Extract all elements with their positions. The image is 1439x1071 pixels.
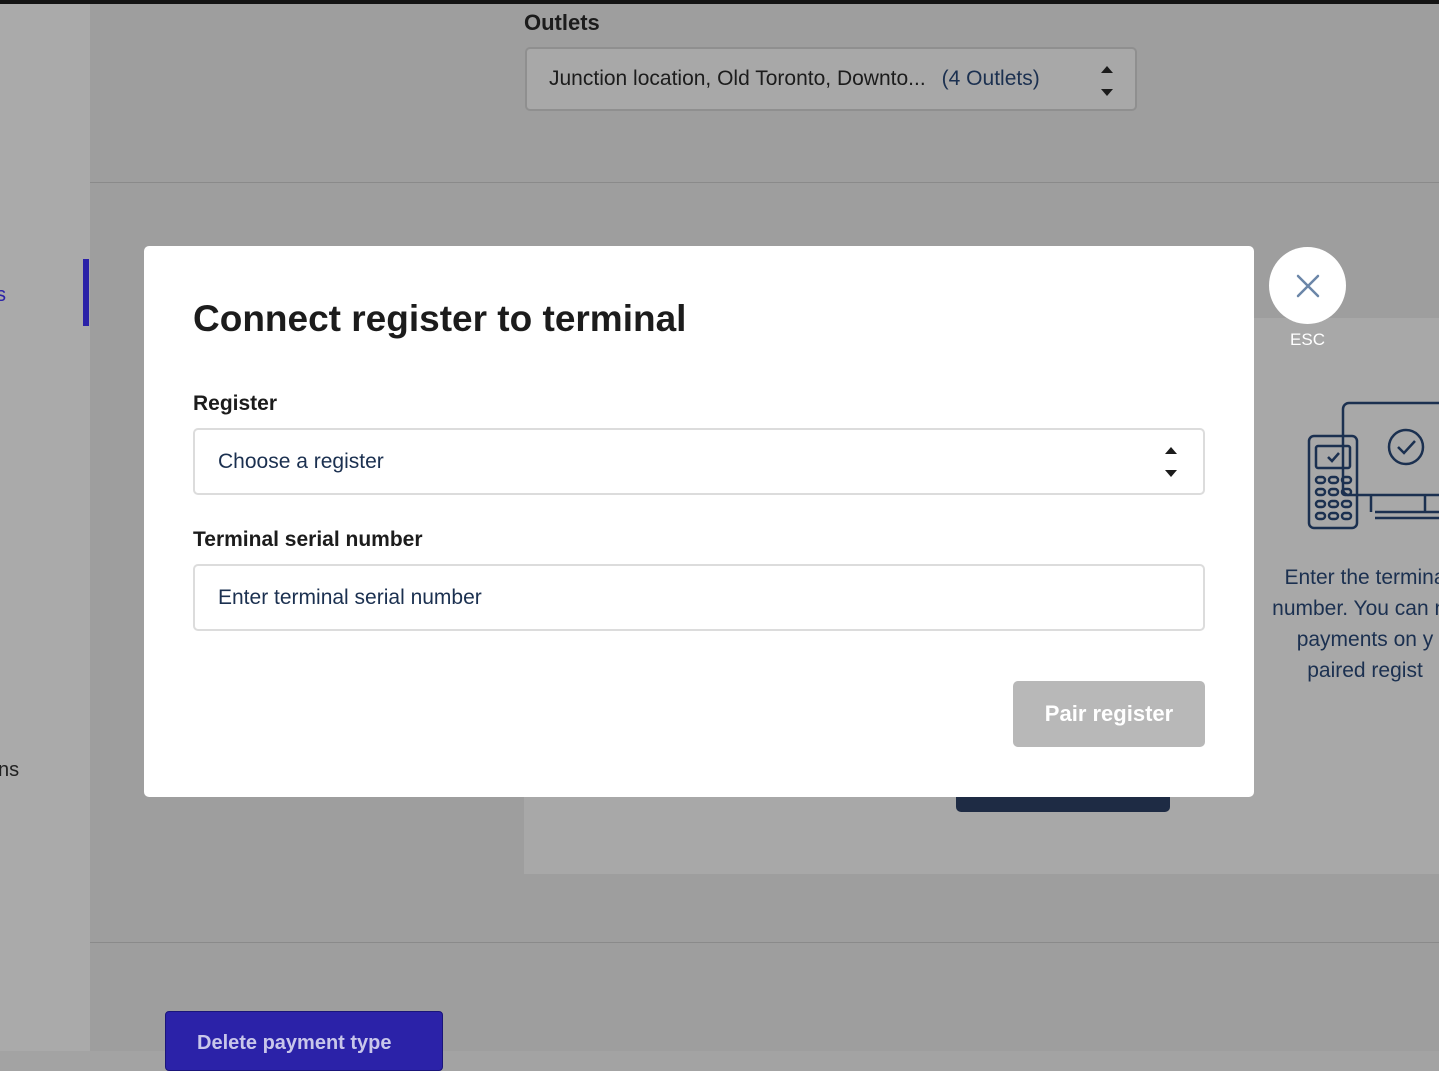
register-select[interactable]: Choose a register: [193, 428, 1205, 495]
delete-payment-type-button[interactable]: Delete payment type: [165, 1011, 443, 1071]
outlets-select[interactable]: Junction location, Old Toronto, Downto..…: [525, 47, 1137, 111]
esc-hint: ESC: [1290, 330, 1325, 349]
serial-number-input[interactable]: [218, 585, 1203, 610]
register-label: Register: [193, 392, 278, 415]
terminal-register-illustration-icon: [1307, 401, 1439, 530]
up-down-chevron-icon: [1101, 64, 1115, 98]
up-down-chevron-icon: [1165, 445, 1179, 479]
outlets-selected-value: Junction location, Old Toronto, Downto..…: [549, 67, 926, 90]
outlets-label: Outlets: [524, 10, 600, 35]
outlets-count: (4 Outlets): [941, 67, 1040, 90]
sidebar-active-indicator: [83, 259, 89, 326]
register-select-placeholder: Choose a register: [218, 449, 384, 473]
info-line: paired regist: [1307, 659, 1423, 682]
sidebar: s ns: [0, 4, 90, 1051]
modal-title: Connect register to terminal: [193, 298, 687, 339]
pair-register-button[interactable]: Pair register: [1013, 681, 1205, 747]
connect-register-modal: Connect register to terminal Register Ch…: [144, 246, 1254, 797]
close-button[interactable]: [1269, 247, 1346, 324]
terminal-info-text: Enter the termina number. You can no pay…: [1245, 562, 1439, 686]
close-icon: [1296, 274, 1319, 297]
serial-number-label: Terminal serial number: [193, 528, 423, 551]
sidebar-item[interactable]: ns: [0, 759, 19, 782]
section-divider: [90, 942, 1439, 943]
info-line: Enter the termina: [1284, 566, 1439, 589]
serial-number-field-wrapper: [193, 564, 1205, 631]
info-line: payments on y: [1296, 628, 1434, 651]
sidebar-item-active[interactable]: s: [0, 284, 6, 307]
info-line: number. You can no: [1272, 597, 1439, 620]
section-divider: [90, 182, 1439, 183]
